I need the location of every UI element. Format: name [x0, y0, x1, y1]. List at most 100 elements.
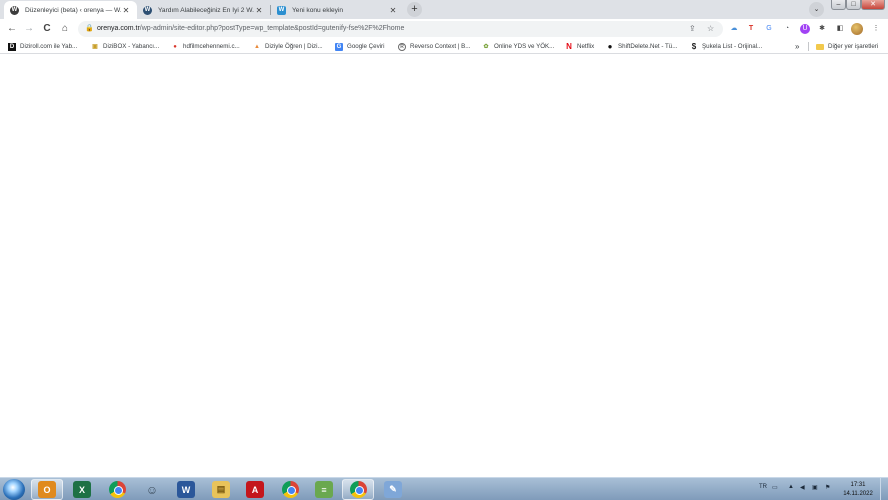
cloud-extension-icon[interactable]: ☁ [729, 24, 739, 34]
avatar[interactable] [851, 23, 863, 35]
bookmark-label: Şukela List - Orijinal... [702, 43, 763, 50]
bookmark-label: Google Çeviri [347, 43, 385, 50]
bookmark-item[interactable]: ● ShiftDelete.Net - Tü... [606, 41, 678, 52]
sidebar-icon[interactable]: ◧ [835, 24, 845, 34]
tab-search-button[interactable]: ⌄ [809, 2, 824, 17]
speaker-icon[interactable]: ◀ [800, 484, 805, 491]
bookmark-item[interactable]: R Reverso Context | B... [398, 41, 470, 52]
dizibox-icon: ▣ [92, 44, 98, 50]
chrome-icon [349, 481, 367, 498]
url-host: orenya.com.tr [97, 25, 140, 32]
bookmarks-bar: D Diziroll.com ile Yab... ▣ DiziBOX - Ya… [0, 39, 888, 54]
chrome-icon [281, 481, 299, 498]
taskbar-acrobat[interactable]: A [239, 479, 271, 500]
close-window-button[interactable]: ✕ [861, 0, 885, 10]
ublock-icon[interactable]: U [800, 24, 810, 34]
url-text[interactable]: orenya.com.tr/wp-admin/site-editor.php?p… [97, 25, 404, 32]
page-content[interactable] [0, 55, 888, 477]
puzzle-icon[interactable]: ✱ [817, 24, 827, 34]
shiftdelete-icon: ● [607, 42, 613, 51]
bookmark-item[interactable]: N Netflix [565, 41, 594, 52]
minimize-button[interactable]: – [831, 0, 846, 10]
tab-yeni-konu[interactable]: W Yeni konu ekleyin ✕ [271, 1, 404, 19]
show-desktop-button[interactable] [880, 478, 888, 500]
bookmark-item[interactable]: $ Şukela List - Orijinal... [690, 41, 762, 52]
network-icon[interactable]: ▣ [812, 484, 818, 491]
bookmark-item[interactable]: ✿ Online YDS ve YÖK... [482, 41, 554, 52]
outlook-icon: O [38, 481, 56, 498]
share-icon[interactable]: ⇪ [689, 24, 696, 33]
diziyle-ogren-icon: ▲ [254, 43, 260, 50]
close-icon[interactable]: ✕ [388, 6, 398, 15]
bookmark-item[interactable]: G Google Çeviri [335, 41, 385, 52]
bookmark-item[interactable]: D Diziroll.com ile Yab... [8, 41, 77, 52]
taskbar-paint[interactable]: ✎ [377, 479, 409, 500]
taskbar-app[interactable]: ☺ [136, 479, 168, 500]
tab-strip: W Düzenleyici (beta) ‹ orenya — W... ✕ W… [0, 0, 888, 19]
bookmarks-overflow-button[interactable]: » [795, 41, 799, 52]
home-button[interactable]: ⌂ [58, 22, 72, 36]
other-bookmarks-folder[interactable]: Diğer yer işaretleri [816, 41, 878, 52]
maximize-button[interactable]: □ [846, 0, 861, 10]
keyboard-icon[interactable]: ▭ [772, 484, 778, 491]
word-icon: W [177, 481, 195, 498]
close-icon[interactable]: ✕ [121, 6, 131, 15]
google-translate-icon[interactable]: G [764, 24, 774, 34]
back-arrow-icon: ← [7, 23, 17, 34]
extension-icon[interactable]: ◔ [782, 24, 792, 34]
tray-chevron-icon[interactable]: ▲ [788, 484, 794, 490]
wordpress-icon: W [10, 5, 19, 15]
bookmarks-separator [808, 42, 809, 51]
address-bar[interactable]: 🔒 orenya.com.tr/wp-admin/site-editor.php… [78, 21, 723, 37]
taskbar-outlook[interactable]: O [31, 479, 63, 500]
folder-icon [816, 43, 824, 50]
hdfilm-icon: ● [173, 43, 177, 50]
netflix-icon: N [566, 42, 572, 51]
bookmark-item[interactable]: ▲ Diziyle Öğren | Dizi... [253, 41, 323, 52]
google-translate-icon: G [335, 42, 343, 51]
translate-extension-icon[interactable]: T [746, 24, 756, 34]
taskbar-word[interactable]: W [170, 479, 202, 500]
taskbar: O X ☺ W ▤ A ≡ ✎ TR ▭ ▲ ◀ ▣ ⚑ 17:31 14.11… [0, 477, 888, 500]
start-button[interactable] [3, 479, 25, 500]
tab-site-editor[interactable]: W Düzenleyici (beta) ‹ orenya — W... ✕ [4, 1, 137, 19]
taskbar-chrome[interactable] [101, 479, 133, 500]
paint-icon: ✎ [384, 481, 402, 498]
bookmark-label: Online YDS ve YÖK... [494, 43, 555, 50]
bookmark-label: hdfilmcehennemi.c... [183, 43, 240, 50]
bookmark-item[interactable]: ● hdfilmcehennemi.c... [171, 41, 240, 52]
language-indicator[interactable]: TR [759, 484, 767, 490]
forward-arrow-icon: → [24, 23, 34, 34]
winrar-icon: ≡ [315, 481, 333, 498]
url-path: /wp-admin/site-editor.php?postType=wp_te… [139, 25, 405, 32]
taskbar-explorer[interactable]: ▤ [205, 479, 237, 500]
acrobat-icon: A [246, 481, 264, 498]
taskbar-chrome-active[interactable] [342, 479, 374, 500]
bookmark-star-icon[interactable]: ☆ [707, 24, 714, 33]
home-icon: ⌂ [61, 23, 69, 34]
lock-icon: 🔒 [85, 25, 94, 32]
reload-button[interactable]: C [40, 22, 54, 36]
folder-icon: ▤ [212, 481, 230, 498]
close-icon[interactable]: ✕ [254, 6, 264, 15]
menu-icon[interactable]: ⋮ [871, 24, 881, 34]
excel-icon: X [73, 481, 91, 498]
taskbar-excel[interactable]: X [66, 479, 98, 500]
clock-date: 14.11.2022 [843, 491, 873, 497]
forum-icon: W [277, 5, 286, 15]
app-icon: ☺ [145, 482, 159, 497]
tab-title: Yeni konu ekleyin [292, 6, 344, 14]
bookmark-label: Diziyle Öğren | Dizi... [265, 43, 323, 50]
forward-button[interactable]: → [22, 22, 36, 36]
taskbar-winrar[interactable]: ≡ [308, 479, 340, 500]
tab-yardim[interactable]: W Yardım Alabileceğiniz En İyi 2 W... ✕ [137, 1, 270, 19]
taskbar-chrome-alt[interactable] [274, 479, 306, 500]
bookmark-item[interactable]: ▣ DiziBOX - Yabancı... [91, 41, 159, 52]
back-button[interactable]: ← [5, 22, 19, 36]
bookmark-label: Reverso Context | B... [410, 43, 471, 50]
new-tab-button[interactable]: + [407, 2, 422, 17]
flag-icon[interactable]: ⚑ [825, 484, 830, 491]
bookmark-label: DiziBOX - Yabancı... [103, 43, 160, 50]
clock[interactable]: 17:31 14.11.2022 [838, 481, 878, 499]
bookmark-label: ShiftDelete.Net - Tü... [618, 43, 678, 50]
